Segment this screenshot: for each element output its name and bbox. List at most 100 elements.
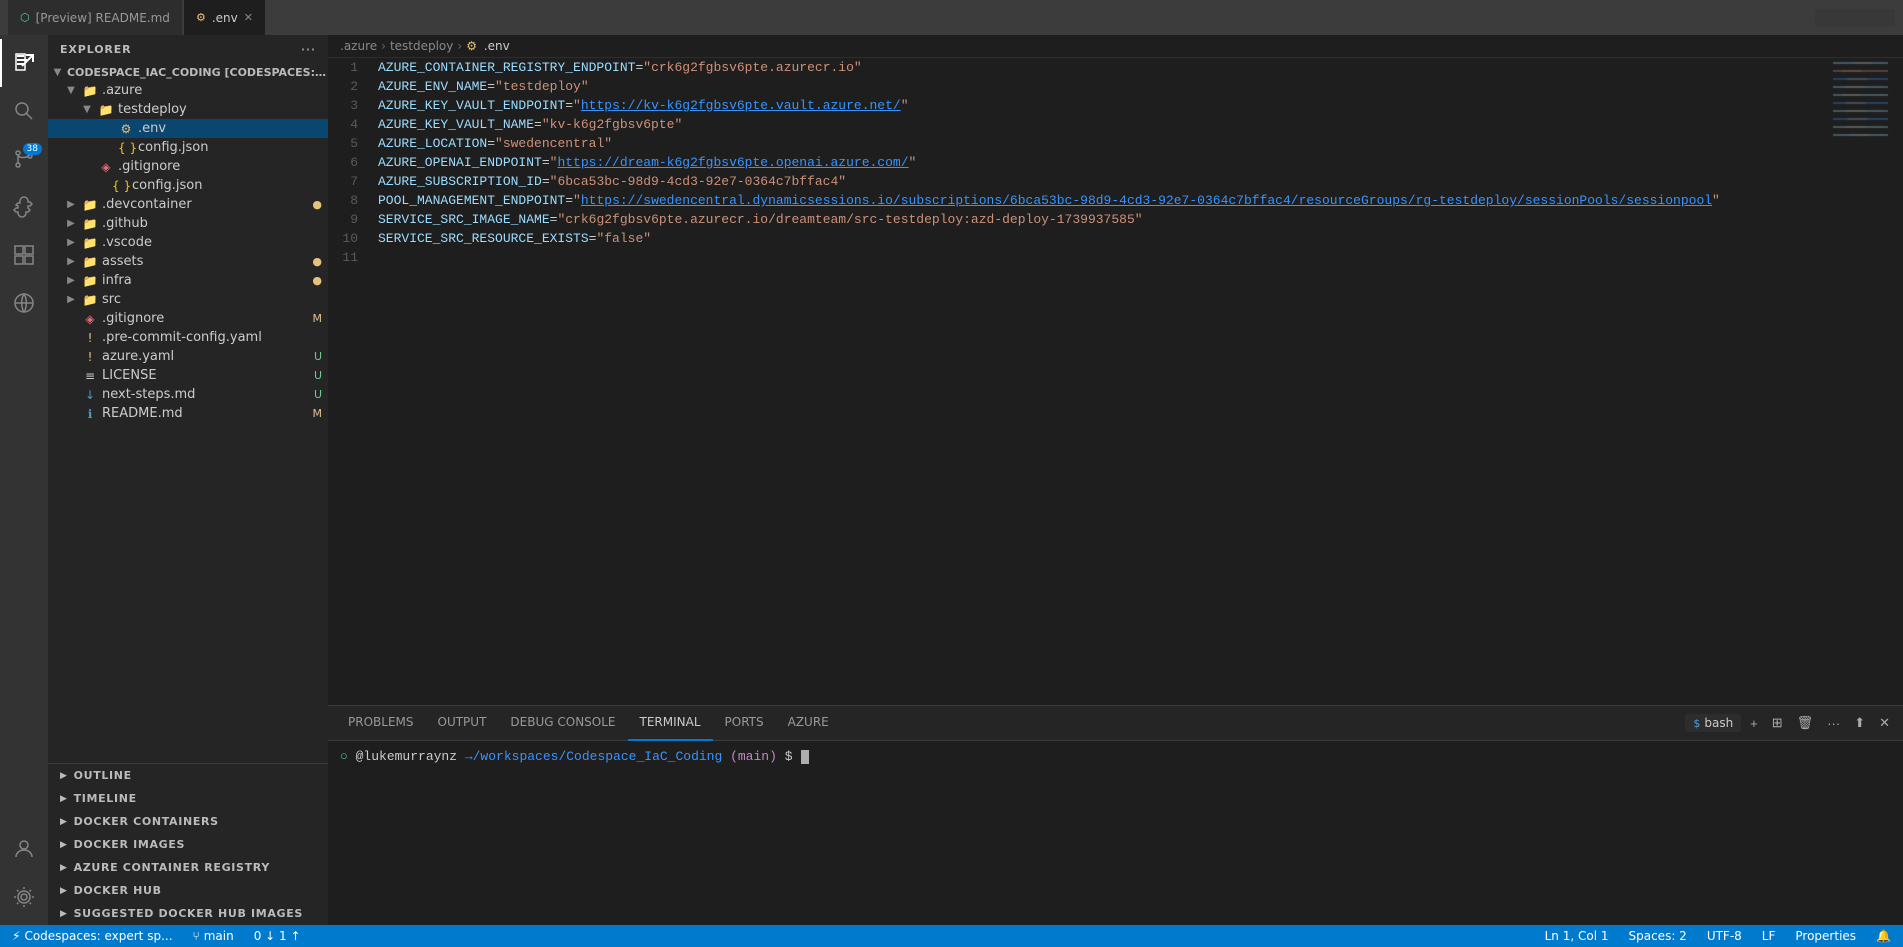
line-number: 6 <box>340 153 358 172</box>
tab-ports[interactable]: PORTS <box>713 706 776 741</box>
add-terminal-btn[interactable]: + <box>1745 714 1763 733</box>
status-spaces[interactable]: Spaces: 2 <box>1625 925 1691 947</box>
tree-item-infra[interactable]: ▶ 📁 infra ● <box>48 271 328 290</box>
code-eq: = <box>534 117 542 132</box>
tab-azure[interactable]: AZURE <box>776 706 841 741</box>
activity-debug[interactable] <box>0 183 48 231</box>
terminal-branch: (main) <box>722 749 777 764</box>
status-ln-col[interactable]: Ln 1, Col 1 <box>1541 925 1613 947</box>
code-content[interactable]: AZURE_CONTAINER_REGISTRY_ENDPOINT="crk6g… <box>370 58 1823 705</box>
status-notifications[interactable]: 🔔 <box>1872 925 1895 947</box>
tab-debug-console[interactable]: DEBUG CONSOLE <box>498 706 627 741</box>
section-outline[interactable]: ▶ OUTLINE <box>48 764 328 787</box>
section-azure-container-registry[interactable]: ▶ AZURE CONTAINER REGISTRY <box>48 856 328 879</box>
editor-area: .azure › testdeploy › ⚙ .env 12345678910… <box>328 35 1903 925</box>
code-value: "kv-k6g2fgbsv6pte" <box>542 117 682 132</box>
code-eq: = <box>542 174 550 189</box>
tree-item-env[interactable]: ⚙ .env <box>48 119 328 138</box>
code-line: AZURE_KEY_VAULT_ENDPOINT="https://kv-k6g… <box>378 96 1815 115</box>
kill-terminal-btn[interactable]: 🗑 <box>1792 713 1819 733</box>
code-editor[interactable]: 1234567891011 AZURE_CONTAINER_REGISTRY_E… <box>328 58 1823 705</box>
code-eq: = <box>565 98 573 113</box>
code-value: "6bca53bc-98d9-4cd3-92e7-0364c7bffac4" <box>550 174 846 189</box>
sidebar-menu-icon[interactable]: ··· <box>301 43 316 56</box>
tab-label-env: .env <box>212 11 238 25</box>
status-remote[interactable]: ⚡ Codespaces: expert sp... <box>8 925 177 947</box>
tree-item-devcontainer[interactable]: ▶ 📁 .devcontainer ● <box>48 195 328 214</box>
tree-root[interactable]: ▼ CODESPACE_IAC_CODING [CODESPACES: EXPE… <box>48 64 328 81</box>
tree-item-readme[interactable]: ℹ README.md M <box>48 404 328 423</box>
tab-terminal[interactable]: TERMINAL <box>628 706 713 741</box>
activity-extensions[interactable] <box>0 231 48 279</box>
tree-item-assets[interactable]: ▶ 📁 assets ● <box>48 252 328 271</box>
azure-label: .azure <box>102 83 328 98</box>
tree-item-precommit[interactable]: ! .pre-commit-config.yaml <box>48 328 328 347</box>
tab-close-btn[interactable]: ✕ <box>244 11 253 24</box>
breadcrumb-azure[interactable]: .azure <box>340 39 377 53</box>
tab-env[interactable]: ⚙ .env ✕ <box>184 0 265 35</box>
terminal-body[interactable]: ○ @lukemurraynz →/workspaces/Codespace_I… <box>328 741 1903 925</box>
tree-item-vscode[interactable]: ▶ 📁 .vscode <box>48 233 328 252</box>
git-badge: 38 <box>23 143 42 155</box>
terminal-at: @lukemurraynz <box>356 749 457 764</box>
activity-remote[interactable] <box>0 279 48 327</box>
section-docker-hub[interactable]: ▶ DOCKER HUB <box>48 879 328 902</box>
tree-item-nextsteps[interactable]: ↓ next-steps.md U <box>48 385 328 404</box>
breadcrumb-testdeploy[interactable]: testdeploy <box>390 39 453 53</box>
section-suggested-docker-hub-images[interactable]: ▶ SUGGESTED DOCKER HUB IMAGES <box>48 902 328 925</box>
status-left: ⚡ Codespaces: expert sp... ⑂ main 0 ↓ 1 … <box>8 925 305 947</box>
tree-item-gitignore-root[interactable]: ◈ .gitignore M <box>48 309 328 328</box>
panel-tabs: PROBLEMS OUTPUT DEBUG CONSOLE TERMINAL P… <box>328 706 1903 741</box>
breadcrumb-env[interactable]: ⚙ .env <box>466 39 510 53</box>
activity-accounts[interactable] <box>0 825 48 873</box>
tree-item-testdeploy[interactable]: ▼ 📁 testdeploy <box>48 100 328 119</box>
more-terminal-btn[interactable]: ··· <box>1822 714 1845 733</box>
terminal-path: →/workspaces/Codespace_IaC_Coding <box>457 749 722 764</box>
tab-output[interactable]: OUTPUT <box>426 706 499 741</box>
code-url[interactable]: https://swedencentral.dynamicsessions.io… <box>581 193 1712 208</box>
tree-item-gitignore1[interactable]: ◈ .gitignore <box>48 157 328 176</box>
tree-item-azure[interactable]: ▼ 📁 .azure <box>48 81 328 100</box>
section-docker-containers[interactable]: ▶ DOCKER CONTAINERS <box>48 810 328 833</box>
maximize-panel-btn[interactable]: ⬆ <box>1849 713 1870 733</box>
section-timeline[interactable]: ▶ TIMELINE <box>48 787 328 810</box>
code-url[interactable]: https://dream-k6g2fgbsv6pte.openai.azure… <box>557 155 908 170</box>
code-key: AZURE_LOCATION <box>378 136 487 151</box>
status-language[interactable]: Properties <box>1791 925 1860 947</box>
tab-preview-readme[interactable]: ⬡ [Preview] README.md <box>8 0 182 35</box>
activity-settings[interactable] <box>0 873 48 921</box>
status-eol[interactable]: LF <box>1758 925 1780 947</box>
split-terminal-btn[interactable]: ⊞ <box>1767 713 1788 733</box>
tree-item-github[interactable]: ▶ 📁 .github <box>48 214 328 233</box>
tree-item-config2[interactable]: { } config.json <box>48 176 328 195</box>
github-label: .github <box>102 216 328 231</box>
root-label: CODESPACE_IAC_CODING [CODESPACES: EXPERT… <box>67 66 328 79</box>
azureyaml-icon: ! <box>82 350 98 364</box>
status-sync[interactable]: 0 ↓ 1 ↑ <box>250 925 305 947</box>
code-url[interactable]: https://kv-k6g2fgbsv6pte.vault.azure.net… <box>581 98 901 113</box>
code-key: AZURE_OPENAI_ENDPOINT <box>378 155 542 170</box>
activity-git[interactable]: 38 <box>0 135 48 183</box>
section-docker-images[interactable]: ▶ DOCKER IMAGES <box>48 833 328 856</box>
activity-explorer[interactable] <box>0 39 48 87</box>
tree-item-license[interactable]: ≡ LICENSE U <box>48 366 328 385</box>
tree-item-azureyaml[interactable]: ! azure.yaml U <box>48 347 328 366</box>
tree-item-config1[interactable]: { } config.json <box>48 138 328 157</box>
close-panel-btn[interactable]: ✕ <box>1874 713 1895 733</box>
editor-container: 1234567891011 AZURE_CONTAINER_REGISTRY_E… <box>328 58 1903 705</box>
precommit-icon: ! <box>82 331 98 345</box>
code-key: AZURE_CONTAINER_REGISTRY_ENDPOINT <box>378 60 635 75</box>
branch-text: main <box>204 929 234 943</box>
code-line: AZURE_KEY_VAULT_NAME="kv-k6g2fgbsv6pte" <box>378 115 1815 134</box>
encoding-text: UTF-8 <box>1707 929 1742 943</box>
tree-item-src[interactable]: ▶ 📁 src <box>48 290 328 309</box>
code-eq: = <box>565 193 573 208</box>
tab-problems[interactable]: PROBLEMS <box>336 706 426 741</box>
activity-search[interactable] <box>0 87 48 135</box>
gitignore-root-icon: ◈ <box>82 312 98 326</box>
infra-badge: ● <box>312 274 322 287</box>
line-number: 9 <box>340 210 358 229</box>
status-branch[interactable]: ⑂ main <box>189 925 238 947</box>
file-tree: ▼ CODESPACE_IAC_CODING [CODESPACES: EXPE… <box>48 64 328 763</box>
status-encoding[interactable]: UTF-8 <box>1703 925 1746 947</box>
